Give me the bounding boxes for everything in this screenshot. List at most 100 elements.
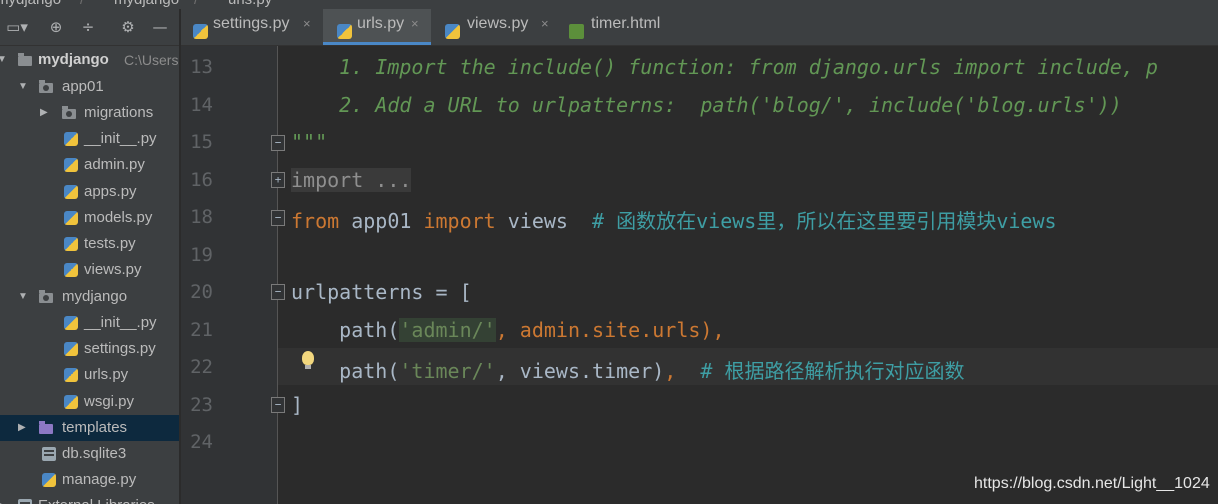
tree-item-mydjango[interactable]: ▼ mydjango	[0, 284, 179, 310]
view-mode-icon[interactable]: ▭▾	[2, 17, 32, 37]
tree-item-file[interactable]: models.py	[0, 205, 179, 231]
tree-item-label: db.sqlite3	[62, 445, 127, 462]
fold-marker-icon[interactable]: −	[271, 284, 285, 300]
line-number: 15	[190, 131, 213, 153]
call-path: path(	[291, 359, 400, 383]
python-file-icon	[64, 211, 78, 225]
gear-icon[interactable]: ⚙	[118, 17, 138, 37]
tab-settings-py[interactable]: settings.py ×	[187, 9, 319, 45]
tree-item-label: app01	[62, 78, 104, 95]
string-literal: 'timer/'	[399, 359, 496, 383]
import-name: views	[495, 209, 593, 233]
tree-item-file[interactable]: manage.py	[0, 467, 179, 493]
tree-item-label: settings.py	[84, 340, 156, 357]
expand-fold-icon[interactable]: +	[271, 172, 285, 188]
python-file-icon	[64, 368, 78, 382]
call-path: path(	[291, 318, 400, 342]
package-folder-icon	[62, 106, 76, 119]
fold-marker-icon[interactable]: −	[271, 210, 285, 226]
breadcrumb-separator: /	[80, 0, 84, 8]
tree-item-label: External Libraries	[38, 493, 155, 504]
html-file-icon	[569, 24, 584, 39]
python-file-icon	[64, 316, 78, 330]
tab-timer-html[interactable]: timer.html	[565, 9, 695, 45]
project-panel: ▭▾ ⊕ ÷ ⚙ — ▼ mydjango C:\Users ▼ app01 ▶…	[0, 9, 179, 504]
tree-item-file[interactable]: settings.py	[0, 336, 179, 362]
breadcrumb-separator: /	[194, 0, 198, 8]
collapse-arrow-icon[interactable]: ▶	[0, 493, 5, 504]
line-number: 19	[190, 244, 213, 266]
collapse-arrow-icon[interactable]: ▶	[18, 415, 26, 441]
python-file-icon	[64, 185, 78, 199]
tab-views-py[interactable]: views.py ×	[437, 9, 553, 45]
library-icon	[18, 499, 32, 504]
editor-tabs: settings.py × urls.py × views.py × timer…	[181, 9, 1218, 46]
code-text: ),	[700, 318, 725, 342]
code-text: , views.timer)	[495, 359, 665, 383]
python-file-icon	[64, 395, 78, 409]
code-comment: # 函数放在views里，所以在这里要引用模块views	[592, 209, 1057, 233]
tab-label: timer.html	[591, 15, 661, 32]
code-line-18: from app01 import views # 函数放在views里，所以在…	[291, 205, 1057, 234]
tree-item-label: views.py	[84, 261, 142, 278]
tree-item-file[interactable]: apps.py	[0, 179, 179, 205]
code-line-14: 2. Add a URL to urlpatterns: path('blog/…	[291, 93, 1122, 117]
tree-item-label: apps.py	[84, 183, 137, 200]
line-number: 22	[190, 356, 213, 378]
line-number: 20	[190, 281, 213, 303]
tree-item-label: urls.py	[84, 366, 129, 383]
close-icon[interactable]: ×	[541, 2, 549, 46]
line-number: 18	[190, 206, 213, 228]
tree-item-file[interactable]: urls.py	[0, 362, 179, 388]
expand-arrow-icon[interactable]: ▼	[0, 47, 7, 73]
code-editor[interactable]: 13 14 15 16 18 19 20 21 22 23 24 − + − −…	[181, 46, 1218, 504]
code-line-13: 1. Import the include() function: from d…	[291, 55, 1158, 79]
tree-item-file[interactable]: __init__.py	[0, 126, 179, 152]
tab-label: views.py	[467, 15, 529, 32]
close-icon[interactable]: ×	[303, 2, 311, 46]
collapse-all-icon[interactable]: ÷	[78, 17, 98, 37]
breadcrumb-item-project[interactable]: mydjango	[0, 0, 61, 8]
tree-item-path: C:\Users	[124, 52, 179, 68]
breadcrumb-item-package[interactable]: mydjango	[114, 0, 179, 8]
tree-item-file[interactable]: __init__.py	[0, 310, 179, 336]
fold-marker-icon[interactable]: −	[271, 135, 285, 151]
templates-folder-icon	[39, 421, 53, 434]
tree-item-label: manage.py	[62, 471, 137, 488]
database-file-icon	[42, 447, 56, 461]
python-file-icon	[64, 158, 78, 172]
package-folder-icon	[39, 80, 53, 93]
code-line-16: import ...	[291, 168, 412, 192]
code-line-20: urlpatterns = [	[291, 280, 472, 304]
tree-item-app01[interactable]: ▼ app01	[0, 74, 179, 100]
collapse-arrow-icon[interactable]: ▶	[40, 100, 48, 126]
tree-item-templates[interactable]: ▶ templates	[0, 415, 179, 441]
code-comment: # 根据路径解析执行对应函数	[676, 359, 965, 383]
expand-arrow-icon[interactable]: ▼	[18, 284, 28, 310]
close-icon[interactable]: ×	[411, 2, 419, 46]
tree-item-external-libraries[interactable]: ▶ External Libraries	[0, 493, 179, 504]
tab-urls-py[interactable]: urls.py ×	[323, 9, 431, 45]
python-file-icon	[64, 342, 78, 356]
minimize-icon[interactable]: —	[150, 17, 170, 37]
fold-marker-icon[interactable]: −	[271, 397, 285, 413]
tree-item-file[interactable]: views.py	[0, 257, 179, 283]
tree-item-project-root[interactable]: ▼ mydjango C:\Users	[0, 47, 179, 73]
tree-item-migrations[interactable]: ▶ migrations	[0, 100, 179, 126]
package-folder-icon	[39, 290, 53, 303]
tree-item-label: mydjango	[62, 288, 128, 305]
python-file-icon	[64, 263, 78, 277]
folded-imports[interactable]: import ...	[291, 168, 412, 192]
tree-item-label: wsgi.py	[84, 393, 135, 410]
python-file-icon	[64, 237, 78, 251]
folder-icon	[18, 53, 32, 66]
target-icon[interactable]: ⊕	[46, 17, 66, 37]
tree-item-file[interactable]: admin.py	[0, 152, 179, 178]
line-number: 23	[190, 394, 213, 416]
tree-item-file[interactable]: tests.py	[0, 231, 179, 257]
tree-item-file[interactable]: wsgi.py	[0, 389, 179, 415]
watermark-text: https://blog.csdn.net/Light__1024	[974, 475, 1210, 492]
tree-item-file[interactable]: db.sqlite3	[0, 441, 179, 467]
project-toolbar: ▭▾ ⊕ ÷ ⚙ —	[0, 9, 179, 46]
expand-arrow-icon[interactable]: ▼	[18, 74, 28, 100]
